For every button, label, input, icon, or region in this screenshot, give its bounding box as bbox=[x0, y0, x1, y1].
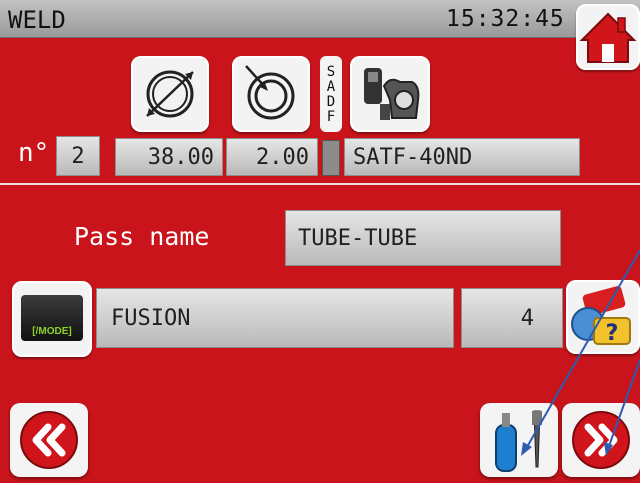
annotation-arrows bbox=[521, 249, 640, 456]
